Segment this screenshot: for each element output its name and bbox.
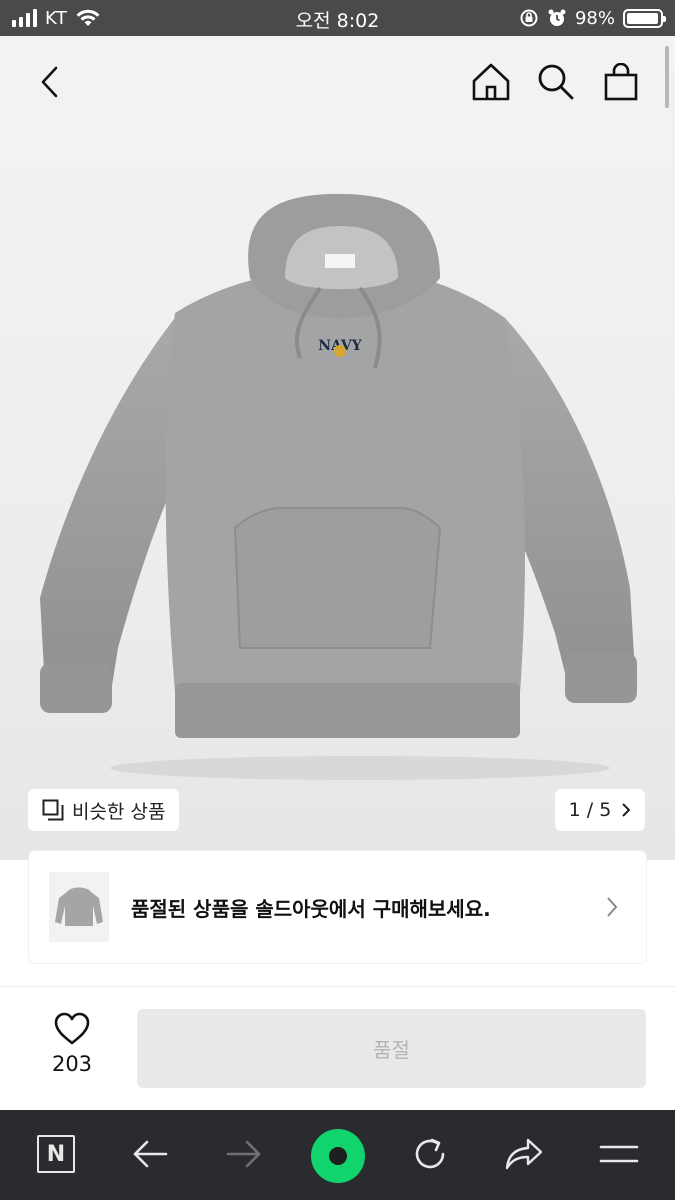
shopping-bag-icon: [604, 63, 638, 101]
banner-thumbnail: [49, 872, 109, 942]
grey-hoodie-photo: NAVY: [40, 193, 637, 780]
top-navigation: [0, 36, 675, 128]
divider: [0, 986, 675, 987]
similar-products-label: 비슷한 상품: [72, 800, 166, 823]
battery-percent: 98%: [574, 7, 615, 29]
menu-icon: [599, 1145, 639, 1163]
browser-forward-button[interactable]: [222, 1132, 266, 1176]
share-button[interactable]: [502, 1132, 546, 1176]
green-dot-icon: [329, 1147, 347, 1165]
refresh-icon: [415, 1138, 445, 1169]
cart-button[interactable]: [599, 60, 643, 104]
scrollbar-thumb[interactable]: [665, 46, 669, 108]
similar-products-icon: [42, 799, 64, 821]
back-arrow-icon: [133, 1140, 168, 1168]
similar-products-button[interactable]: 비슷한 상품: [28, 789, 180, 831]
hoodie-thumbnail-icon: [55, 887, 103, 926]
search-button[interactable]: [534, 60, 578, 104]
forward-arrow-icon: [226, 1140, 261, 1168]
status-bar: KT 오전 8:02 98%: [0, 0, 675, 36]
green-dot-button[interactable]: [311, 1129, 365, 1183]
heart-icon: [54, 1012, 90, 1045]
browser-back-button[interactable]: [128, 1132, 172, 1176]
naver-home-button[interactable]: N: [34, 1132, 78, 1176]
menu-button[interactable]: [597, 1132, 641, 1176]
soldout-banner[interactable]: 품절된 상품을 솔드아웃에서 구매해보세요.: [29, 851, 646, 963]
status-right: 98%: [519, 6, 666, 30]
home-button[interactable]: [469, 60, 513, 104]
battery-icon: [623, 8, 666, 28]
soldout-banner-text: 품절된 상품을 솔드아웃에서 구매해보세요.: [131, 896, 491, 921]
home-icon: [472, 63, 510, 101]
like-count: 203: [51, 1052, 93, 1076]
share-icon: [505, 1138, 543, 1170]
orientation-lock-icon: [520, 9, 538, 27]
soldout-button[interactable]: 품절: [137, 1009, 646, 1088]
image-counter: 1 / 5: [568, 799, 612, 821]
image-counter-button[interactable]: 1 / 5: [555, 789, 645, 831]
like-button[interactable]: 203: [32, 1012, 112, 1088]
naver-home-icon: N: [37, 1135, 75, 1173]
battery-fill: [627, 12, 659, 24]
back-icon: [41, 66, 58, 98]
product-image-area[interactable]: NAVY 비슷한 상품 1 / 5: [0, 36, 675, 860]
search-icon: [538, 64, 574, 100]
chevron-right-icon: [622, 803, 631, 817]
back-button[interactable]: [28, 60, 72, 104]
chevron-right-icon: [607, 897, 618, 917]
refresh-button[interactable]: [408, 1132, 452, 1176]
alarm-icon: [548, 9, 566, 26]
